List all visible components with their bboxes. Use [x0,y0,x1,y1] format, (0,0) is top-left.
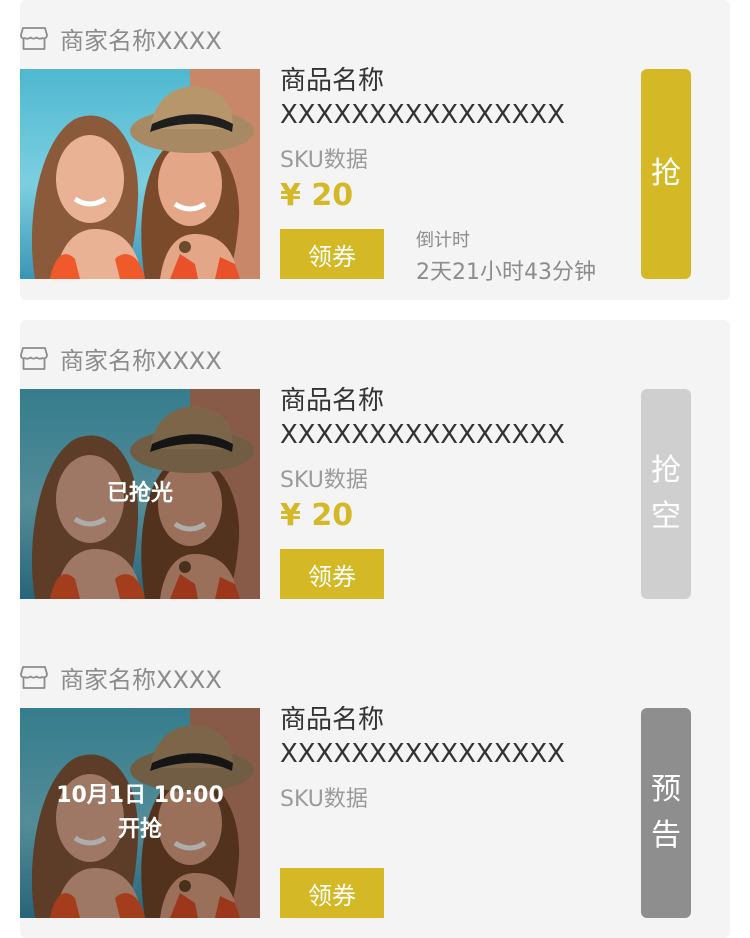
countdown-label: 倒计时 [416,230,470,251]
product-image[interactable] [20,69,260,279]
product-name[interactable]: 商品名称XXXXXXXXXXXXXXXX [280,64,630,132]
shop-name: 商家名称XXXX [60,26,222,55]
coupon-button[interactable]: 领券 [280,549,384,599]
countdown-value: 2天21小时43分钟 [416,260,596,285]
shop-name: 商家名称XXXX [60,346,222,375]
sold-out-overlay: 已抢光 [20,389,260,599]
shop-header[interactable]: 商家名称XXXX [20,18,222,58]
price: ¥ 20 [280,498,354,533]
coupon-button[interactable]: 领券 [280,229,384,279]
presale-start-text: 开抢 [117,817,162,842]
coupon-button[interactable]: 领券 [280,868,384,918]
product-name[interactable]: 商品名称XXXXXXXXXXXXXXXX [280,384,630,452]
price: ¥ 20 [280,178,354,213]
sold-out-button-label: 抢空 [651,453,681,534]
preview-button-label: 预告 [651,772,681,853]
shop-icon [20,344,48,372]
product-image[interactable]: 10月1日 10:00 开抢 [20,708,260,918]
sold-out-button[interactable]: 抢空 [641,389,691,599]
grab-button-label: 抢 [651,156,681,191]
shop-header[interactable]: 商家名称XXXX [20,338,222,378]
preview-button[interactable]: 预告 [641,708,691,918]
presale-time: 10月1日 10:00 [56,783,224,808]
shop-icon [20,24,48,52]
grab-button[interactable]: 抢 [641,69,691,279]
sku-text: SKU数据 [280,468,368,493]
shop-header[interactable]: 商家名称XXXX [20,657,222,697]
sold-out-text: 已抢光 [106,481,173,506]
product-photo [20,69,260,279]
product-name[interactable]: 商品名称XXXXXXXXXXXXXXXX [280,703,630,771]
sku-text: SKU数据 [280,148,368,173]
sku-text: SKU数据 [280,787,368,812]
shop-icon [20,663,48,691]
shop-name: 商家名称XXXX [60,665,222,694]
product-image[interactable]: 已抢光 [20,389,260,599]
presale-overlay: 10月1日 10:00 开抢 [20,708,260,918]
